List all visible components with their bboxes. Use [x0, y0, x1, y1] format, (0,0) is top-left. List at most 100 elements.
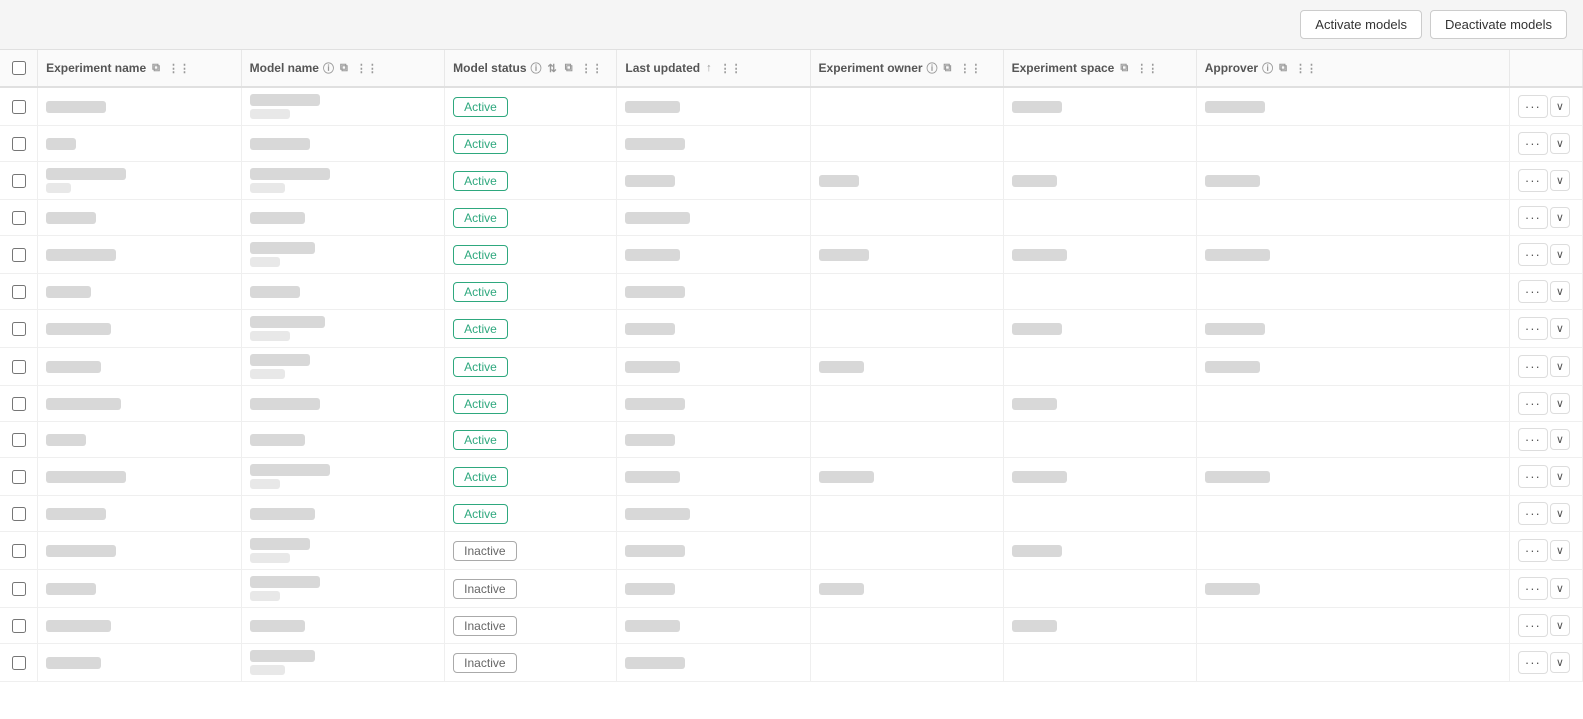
row-more-actions-button[interactable]: ···	[1518, 539, 1548, 562]
experiment-owner-cell	[810, 570, 1003, 608]
row-checkbox[interactable]	[12, 100, 26, 114]
experiment-space-cell	[1003, 386, 1196, 422]
row-checkbox[interactable]	[12, 619, 26, 633]
row-checkbox[interactable]	[12, 433, 26, 447]
approver-cell	[1196, 310, 1509, 348]
sort-last-updated-icon[interactable]: ↑	[704, 61, 714, 75]
row-checkbox[interactable]	[12, 582, 26, 596]
last-updated-cell	[617, 200, 810, 236]
row-expand-button[interactable]: ∨	[1550, 393, 1570, 414]
status-badge: Active	[453, 319, 508, 339]
approver-cell	[1196, 458, 1509, 496]
row-checkbox[interactable]	[12, 174, 26, 188]
row-checkbox[interactable]	[12, 544, 26, 558]
row-expand-button[interactable]: ∨	[1550, 615, 1570, 636]
approver-cell	[1196, 496, 1509, 532]
resize-approver-handle[interactable]: ⋮⋮	[1293, 61, 1319, 76]
deactivate-models-button[interactable]: Deactivate models	[1430, 10, 1567, 39]
resize-experiment-owner-handle[interactable]: ⋮⋮	[957, 61, 983, 76]
actions-cell: ··· ∨	[1509, 274, 1582, 310]
row-more-actions-button[interactable]: ···	[1518, 355, 1548, 378]
experiment-name-cell	[38, 422, 242, 458]
model-name-cell	[241, 608, 445, 644]
row-more-actions-button[interactable]: ···	[1518, 243, 1548, 266]
row-more-actions-button[interactable]: ···	[1518, 132, 1548, 155]
header-approver: Approver ⓘ ⧉ ⋮⋮	[1196, 50, 1509, 87]
row-expand-button[interactable]: ∨	[1550, 503, 1570, 524]
row-more-actions-button[interactable]: ···	[1518, 465, 1548, 488]
model-name-label: Model name	[250, 61, 319, 75]
filter-experiment-owner-icon[interactable]: ⧉	[942, 61, 954, 76]
model-status-cell: Active	[445, 348, 617, 386]
row-expand-button[interactable]: ∨	[1550, 652, 1570, 673]
row-more-actions-button[interactable]: ···	[1518, 614, 1548, 637]
row-more-actions-button[interactable]: ···	[1518, 317, 1548, 340]
experiment-space-cell	[1003, 200, 1196, 236]
row-expand-button[interactable]: ∨	[1550, 540, 1570, 561]
activate-models-button[interactable]: Activate models	[1300, 10, 1422, 39]
row-more-actions-button[interactable]: ···	[1518, 280, 1548, 303]
experiment-name-cell	[38, 386, 242, 422]
row-checkbox[interactable]	[12, 248, 26, 262]
row-expand-button[interactable]: ∨	[1550, 429, 1570, 450]
row-checkbox[interactable]	[12, 360, 26, 374]
row-expand-button[interactable]: ∨	[1550, 356, 1570, 377]
row-expand-button[interactable]: ∨	[1550, 244, 1570, 265]
resize-model-name-handle[interactable]: ⋮⋮	[354, 61, 380, 76]
experiment-owner-info-icon: ⓘ	[927, 60, 938, 76]
resize-last-updated-handle[interactable]: ⋮⋮	[718, 61, 744, 76]
experiment-name-cell	[38, 570, 242, 608]
row-more-actions-button[interactable]: ···	[1518, 169, 1548, 192]
row-more-actions-button[interactable]: ···	[1518, 577, 1548, 600]
row-more-actions-button[interactable]: ···	[1518, 95, 1548, 118]
table-row: Active ··· ∨	[0, 87, 1583, 126]
row-checkbox[interactable]	[12, 322, 26, 336]
row-expand-button[interactable]: ∨	[1550, 281, 1570, 302]
row-more-actions-button[interactable]: ···	[1518, 428, 1548, 451]
resize-model-status-handle[interactable]: ⋮⋮	[579, 61, 605, 76]
row-expand-button[interactable]: ∨	[1550, 207, 1570, 228]
row-expand-button[interactable]: ∨	[1550, 466, 1570, 487]
row-expand-button[interactable]: ∨	[1550, 318, 1570, 339]
row-expand-button[interactable]: ∨	[1550, 96, 1570, 117]
actions-cell: ··· ∨	[1509, 162, 1582, 200]
toolbar: Activate models Deactivate models	[0, 0, 1583, 50]
select-all-checkbox[interactable]	[12, 61, 26, 75]
filter-model-name-icon[interactable]: ⧉	[338, 61, 350, 76]
row-checkbox[interactable]	[12, 656, 26, 670]
row-checkbox[interactable]	[12, 397, 26, 411]
model-status-label: Model status	[453, 61, 526, 75]
filter-experiment-name-icon[interactable]: ⧉	[150, 61, 162, 76]
header-experiment-space: Experiment space ⧉ ⋮⋮	[1003, 50, 1196, 87]
model-name-cell	[241, 126, 445, 162]
row-more-actions-button[interactable]: ···	[1518, 392, 1548, 415]
model-status-cell: Active	[445, 162, 617, 200]
filter-model-status-icon[interactable]: ⧉	[563, 61, 575, 76]
experiment-name-cell	[38, 310, 242, 348]
row-checkbox[interactable]	[12, 285, 26, 299]
row-checkbox[interactable]	[12, 211, 26, 225]
experiment-space-cell	[1003, 162, 1196, 200]
resize-experiment-space-handle[interactable]: ⋮⋮	[1134, 61, 1160, 76]
model-name-cell	[241, 236, 445, 274]
experiment-space-cell	[1003, 274, 1196, 310]
row-expand-button[interactable]: ∨	[1550, 133, 1570, 154]
row-checkbox[interactable]	[12, 470, 26, 484]
filter-approver-icon[interactable]: ⧉	[1277, 61, 1289, 76]
sort-model-status-icon[interactable]: ⇅	[546, 61, 559, 76]
model-status-cell: Active	[445, 458, 617, 496]
row-more-actions-button[interactable]: ···	[1518, 502, 1548, 525]
row-checkbox[interactable]	[12, 137, 26, 151]
status-badge: Active	[453, 171, 508, 191]
experiment-name-cell	[38, 458, 242, 496]
header-experiment-name: Experiment name ⧉ ⋮⋮	[38, 50, 242, 87]
row-more-actions-button[interactable]: ···	[1518, 651, 1548, 674]
resize-experiment-name-handle[interactable]: ⋮⋮	[166, 61, 192, 76]
approver-cell	[1196, 386, 1509, 422]
row-more-actions-button[interactable]: ···	[1518, 206, 1548, 229]
row-expand-button[interactable]: ∨	[1550, 170, 1570, 191]
experiment-owner-cell	[810, 348, 1003, 386]
filter-experiment-space-icon[interactable]: ⧉	[1118, 61, 1130, 76]
row-checkbox[interactable]	[12, 507, 26, 521]
row-expand-button[interactable]: ∨	[1550, 578, 1570, 599]
